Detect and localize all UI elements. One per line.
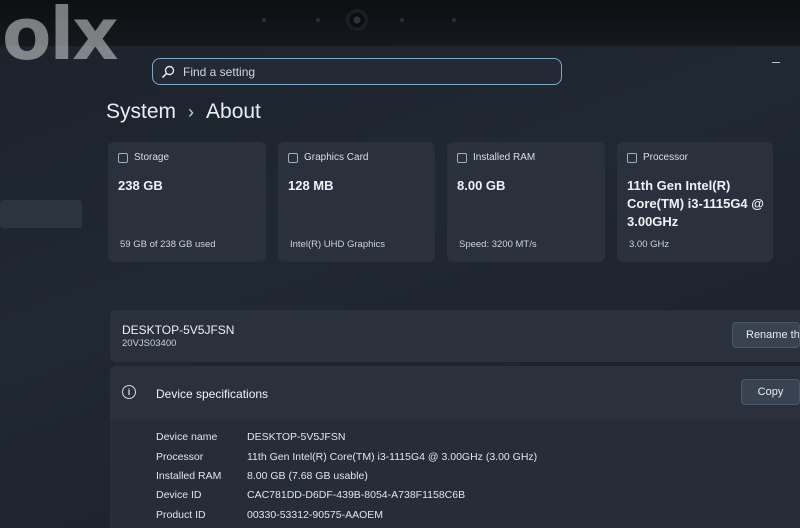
spec-label: Processor <box>156 451 204 463</box>
card-subtext: Intel(R) UHD Graphics <box>290 239 386 250</box>
device-name: DESKTOP-5V5JFSN <box>122 323 235 337</box>
card-value: 128 MB <box>288 178 334 193</box>
card-label: Installed RAM <box>473 152 536 163</box>
breadcrumb-system[interactable]: System <box>106 100 176 123</box>
card-label: Storage <box>134 152 170 163</box>
card-subtext: 59 GB of 238 GB used <box>120 239 216 250</box>
card-value: 238 GB <box>118 178 163 193</box>
spec-label: Installed RAM <box>156 470 222 482</box>
spec-value: 00330-53312-90575-AAOEM <box>247 509 384 521</box>
processor-icon <box>627 152 637 163</box>
chevron-right-icon: › <box>188 102 195 122</box>
sensor-dot <box>262 18 266 22</box>
spec-label: Device name <box>156 431 218 443</box>
graphics-card-card: Graphics Card 128 MB Intel(R) UHD Graphi… <box>278 142 435 262</box>
info-icon: i <box>122 385 136 399</box>
card-subtext: Speed: 3200 MT/s <box>459 239 537 250</box>
graphics-card-icon <box>288 152 298 163</box>
processor-card: Processor 11th Gen Intel(R) Core(TM) i3-… <box>617 142 773 262</box>
device-specifications-header[interactable]: i Device specifications Copy <box>110 366 800 420</box>
storage-icon <box>118 152 128 163</box>
device-specifications-body: Device name DESKTOP-5V5JFSN Processor 11… <box>110 420 800 528</box>
minimize-button[interactable] <box>772 62 780 63</box>
card-label: Graphics Card <box>304 152 369 163</box>
search-input[interactable]: Find a setting <box>183 65 255 79</box>
ram-icon <box>457 152 467 163</box>
spec-value: 8.00 GB (7.68 GB usable) <box>247 470 368 482</box>
spec-value: DESKTOP-5V5JFSN <box>247 431 346 443</box>
spec-label: Product ID <box>156 509 206 521</box>
olx-watermark: olx <box>2 0 119 76</box>
card-value: 8.00 GB <box>457 178 506 193</box>
storage-card: Storage 238 GB 59 GB of 238 GB used <box>108 142 266 262</box>
device-model: 20VJS03400 <box>122 338 177 349</box>
laptop-bezel <box>0 0 800 46</box>
device-name-row: DESKTOP-5V5JFSN 20VJS03400 Rename thi <box>110 310 800 362</box>
search-icon <box>161 65 175 79</box>
rename-button[interactable]: Rename thi <box>732 322 800 348</box>
search-box[interactable]: Find a setting <box>152 58 562 85</box>
sensor-dot <box>400 18 404 22</box>
card-value: 11th Gen Intel(R) Core(TM) i3-1115G4 @ 3… <box>627 178 764 229</box>
copy-button[interactable]: Copy <box>741 379 800 405</box>
sensor-dot <box>452 18 456 22</box>
spec-value: 11th Gen Intel(R) Core(TM) i3-1115G4 @ 3… <box>247 451 538 463</box>
sidebar-item-selected[interactable] <box>0 200 82 228</box>
page-title: About <box>206 100 261 123</box>
installed-ram-card: Installed RAM 8.00 GB Speed: 3200 MT/s <box>447 142 605 262</box>
breadcrumb: System › About <box>106 100 261 124</box>
card-label: Processor <box>643 152 689 163</box>
card-subtext: 3.00 GHz <box>629 239 670 250</box>
spec-value: CAC781DD-D6DF-439B-8054-A738F1158C6B <box>247 489 466 501</box>
webcam <box>346 9 368 31</box>
section-title: Device specifications <box>156 387 269 401</box>
spec-label: Device ID <box>156 489 202 501</box>
sensor-dot <box>316 18 320 22</box>
